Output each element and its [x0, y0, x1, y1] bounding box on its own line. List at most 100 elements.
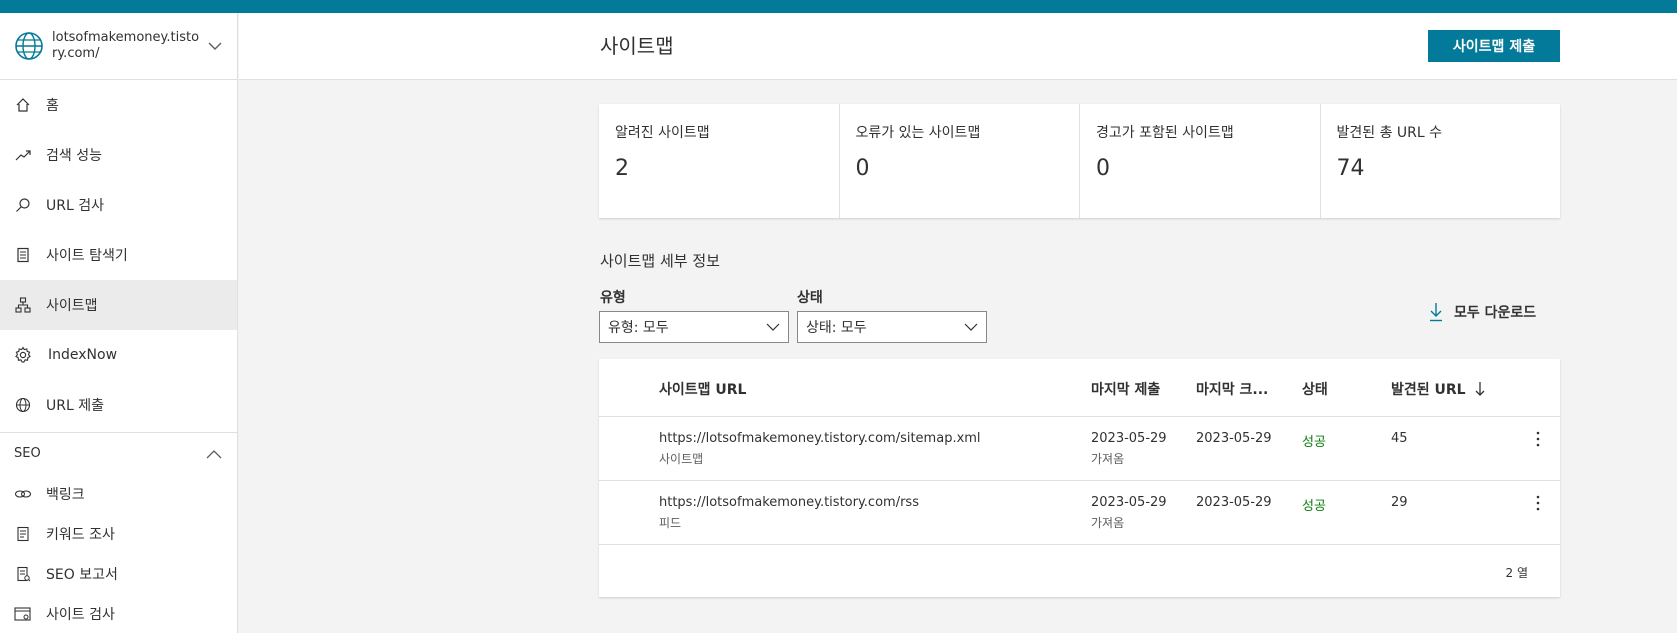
chevron-down-icon — [766, 323, 780, 331]
stat-value: 0 — [855, 156, 870, 181]
sitemap-type: 피드 — [659, 516, 682, 530]
column-header-last-submitted[interactable]: 마지막 제출 — [1091, 379, 1160, 399]
stat-sitemaps-with-errors: 오류가 있는 사이트맵 0 — [840, 104, 1080, 218]
seo-section-toggle[interactable]: SEO — [0, 432, 237, 474]
last-crawled-date: 2023-05-29 — [1196, 495, 1272, 510]
discovered-urls-count: 29 — [1391, 495, 1408, 510]
nav-item-label: 사이트 탐색기 — [46, 248, 128, 264]
last-submitted-cell: 2023-05-29 가져옴 — [1091, 431, 1167, 467]
sort-descending-icon — [1476, 382, 1485, 396]
sitemap-type: 사이트맵 — [659, 452, 704, 466]
nav-item-indexnow[interactable]: IndexNow — [0, 330, 237, 380]
nav-item-url-submission[interactable]: URL 제출 — [0, 380, 237, 430]
type-filter-value: 유형: 모두 — [608, 320, 669, 336]
status-filter-label: 상태 — [797, 290, 823, 306]
nav-item-label: 사이트 검사 — [46, 607, 115, 623]
nav-item-keyword-research[interactable]: 키워드 조사 — [0, 514, 237, 554]
submit-sitemap-button[interactable]: 사이트맵 제출 — [1428, 30, 1560, 62]
last-submitted-note: 가져옴 — [1091, 516, 1125, 530]
report-icon — [14, 565, 32, 583]
nav-item-url-inspection[interactable]: URL 검사 — [0, 180, 237, 230]
download-icon — [1430, 303, 1442, 322]
search-icon — [14, 196, 32, 214]
type-filter-select[interactable]: 유형: 모두 — [599, 311, 789, 343]
nav-item-label: 홈 — [46, 98, 59, 114]
column-header-last-crawled[interactable]: 마지막 크... — [1196, 379, 1268, 399]
document-icon — [14, 525, 32, 543]
nav-item-label: 백링크 — [46, 487, 85, 503]
column-header-discovered-urls[interactable]: 발견된 URL — [1391, 379, 1486, 399]
site-name: lotsofmakemoney.tistory.com/ — [52, 30, 200, 61]
trend-icon — [14, 146, 32, 164]
stat-label: 경고가 포함된 사이트맵 — [1096, 125, 1234, 141]
row-count: 2 열 — [1505, 566, 1529, 580]
download-all-label: 모두 다운로드 — [1454, 305, 1537, 321]
nav-item-home[interactable]: 홈 — [0, 80, 237, 130]
table-row[interactable]: https://lotsofmakemoney.tistory.com/rss … — [599, 481, 1560, 545]
stats-card: 알려진 사이트맵 2 오류가 있는 사이트맵 0 경고가 포함된 사이트맵 0 … — [599, 104, 1560, 218]
stat-label: 오류가 있는 사이트맵 — [855, 125, 981, 141]
last-submitted-date: 2023-05-29 — [1091, 495, 1167, 510]
stat-label: 알려진 사이트맵 — [615, 125, 710, 141]
nav-item-label: 검색 성능 — [46, 148, 102, 164]
stat-label: 발견된 총 URL 수 — [1336, 125, 1443, 141]
nav-item-search-performance[interactable]: 검색 성능 — [0, 130, 237, 180]
status-text: 성공 — [1302, 435, 1326, 450]
stat-value: 0 — [1096, 156, 1110, 181]
table-row[interactable]: https://lotsofmakemoney.tistory.com/site… — [599, 417, 1560, 481]
chevron-down-icon — [964, 323, 978, 331]
nav-item-site-explorer[interactable]: 사이트 탐색기 — [0, 230, 237, 280]
nav-item-label: IndexNow — [48, 347, 118, 363]
chevron-down-icon — [208, 42, 222, 50]
sitemap-url[interactable]: https://lotsofmakemoney.tistory.com/site… — [659, 431, 981, 446]
sitemap-icon — [14, 296, 32, 314]
nav-item-seo-reports[interactable]: SEO 보고서 — [0, 554, 237, 594]
globe-icon — [14, 396, 32, 414]
sitemap-url-cell: https://lotsofmakemoney.tistory.com/site… — [659, 431, 981, 467]
page-title: 사이트맵 — [600, 34, 674, 58]
scan-icon — [14, 605, 32, 623]
nav-item-label: 키워드 조사 — [46, 527, 115, 543]
last-crawled-date: 2023-05-29 — [1196, 431, 1272, 446]
link-icon — [14, 485, 32, 503]
discovered-urls-count: 45 — [1391, 431, 1408, 446]
column-header-status[interactable]: 상태 — [1302, 379, 1328, 399]
document-list-icon — [14, 246, 32, 264]
stat-total-urls: 발견된 총 URL 수 74 — [1321, 104, 1561, 218]
status-filter-select[interactable]: 상태: 모두 — [797, 311, 987, 343]
nav-item-label: URL 검사 — [46, 198, 104, 214]
stat-known-sitemaps: 알려진 사이트맵 2 — [599, 104, 840, 218]
last-submitted-date: 2023-05-29 — [1091, 431, 1167, 446]
nav-item-label: 사이트맵 — [46, 298, 98, 314]
nav-item-label: SEO 보고서 — [46, 567, 118, 583]
sidebar: lotsofmakemoney.tistory.com/ 홈 검색 성능 URL… — [0, 13, 238, 633]
site-selector[interactable]: lotsofmakemoney.tistory.com/ — [0, 13, 237, 80]
nav-item-sitemaps[interactable]: 사이트맵 — [0, 280, 237, 330]
more-options-icon[interactable] — [1530, 429, 1546, 449]
sitemap-url[interactable]: https://lotsofmakemoney.tistory.com/rss — [659, 495, 919, 510]
download-all-button[interactable]: 모두 다운로드 — [1428, 302, 1536, 322]
nav-item-site-scan[interactable]: 사이트 검사 — [0, 594, 237, 633]
section-title: 사이트맵 세부 정보 — [600, 252, 720, 270]
last-submitted-cell: 2023-05-29 가져옴 — [1091, 495, 1167, 531]
more-options-icon[interactable] — [1530, 493, 1546, 513]
stat-value: 2 — [615, 156, 629, 181]
table-header: 사이트맵 URL 마지막 제출 마지막 크... 상태 발견된 URL — [599, 359, 1560, 417]
nav-item-backlinks[interactable]: 백링크 — [0, 474, 237, 514]
seo-section-label: SEO — [14, 446, 41, 461]
globe-icon — [15, 32, 43, 60]
home-icon — [14, 96, 32, 114]
nav-item-label: URL 제출 — [46, 398, 104, 414]
top-accent-bar — [0, 0, 1677, 13]
sitemaps-table: 사이트맵 URL 마지막 제출 마지막 크... 상태 발견된 URL http… — [599, 359, 1560, 597]
chevron-up-icon — [206, 449, 222, 458]
column-header-label: 발견된 URL — [1391, 382, 1466, 398]
stat-value: 74 — [1336, 156, 1365, 181]
status-text: 성공 — [1302, 499, 1326, 514]
column-header-sitemap-url[interactable]: 사이트맵 URL — [659, 379, 746, 399]
stat-sitemaps-with-warnings: 경고가 포함된 사이트맵 0 — [1080, 104, 1321, 218]
last-submitted-note: 가져옴 — [1091, 452, 1125, 466]
sitemap-url-cell: https://lotsofmakemoney.tistory.com/rss … — [659, 495, 919, 531]
status-filter-value: 상태: 모두 — [806, 320, 867, 336]
gear-icon — [14, 346, 32, 364]
